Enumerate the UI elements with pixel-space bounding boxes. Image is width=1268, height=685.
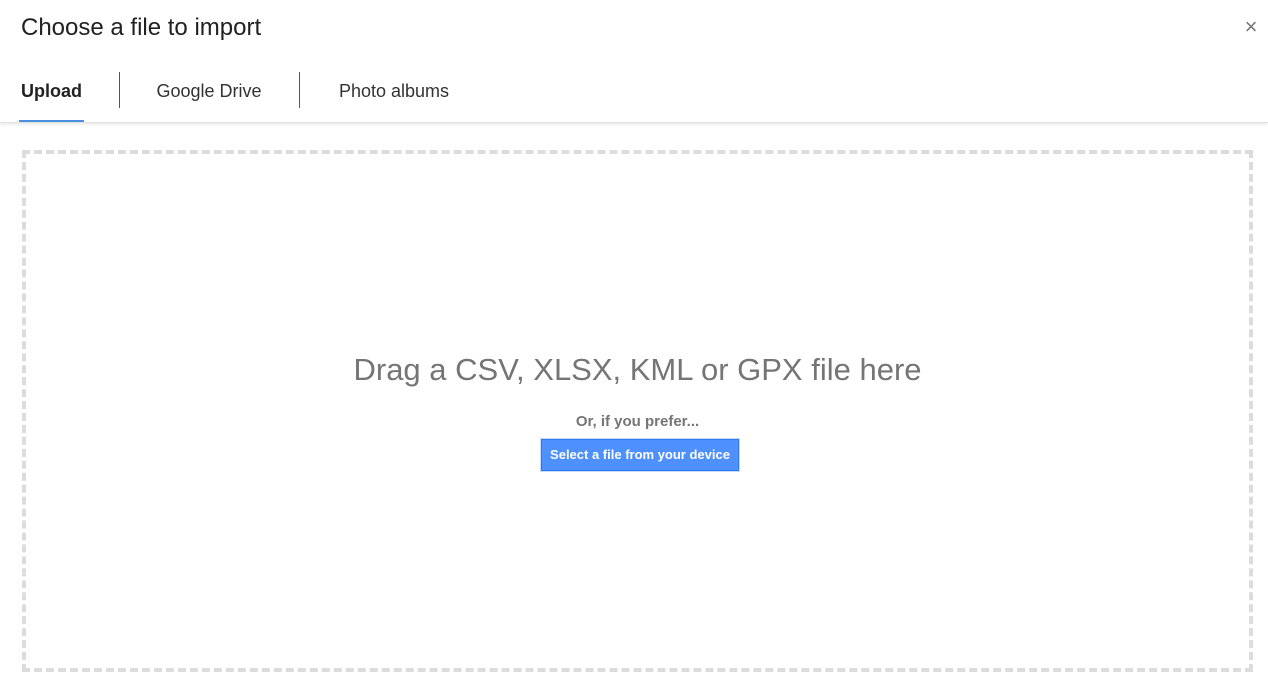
tab-divider bbox=[119, 72, 120, 108]
tab-bar: Upload Google Drive Photo albums bbox=[0, 62, 1268, 123]
tab-photo-albums[interactable]: Photo albums bbox=[330, 62, 458, 120]
import-dialog: Choose a file to import × Upload Google … bbox=[0, 0, 1268, 685]
dialog-title: Choose a file to import bbox=[21, 14, 262, 41]
select-file-button[interactable]: Select a file from your device bbox=[540, 438, 740, 472]
tab-upload[interactable]: Upload bbox=[19, 62, 84, 120]
close-icon[interactable]: × bbox=[1240, 14, 1262, 40]
active-tab-indicator bbox=[19, 120, 84, 122]
drop-subtext: Or, if you prefer... bbox=[575, 413, 700, 430]
tab-divider bbox=[299, 72, 300, 108]
tab-google-drive[interactable]: Google Drive bbox=[150, 62, 268, 120]
file-drop-zone[interactable]: Drag a CSV, XLSX, KML or GPX file here O… bbox=[22, 150, 1253, 672]
drop-heading: Drag a CSV, XLSX, KML or GPX file here bbox=[353, 352, 922, 387]
